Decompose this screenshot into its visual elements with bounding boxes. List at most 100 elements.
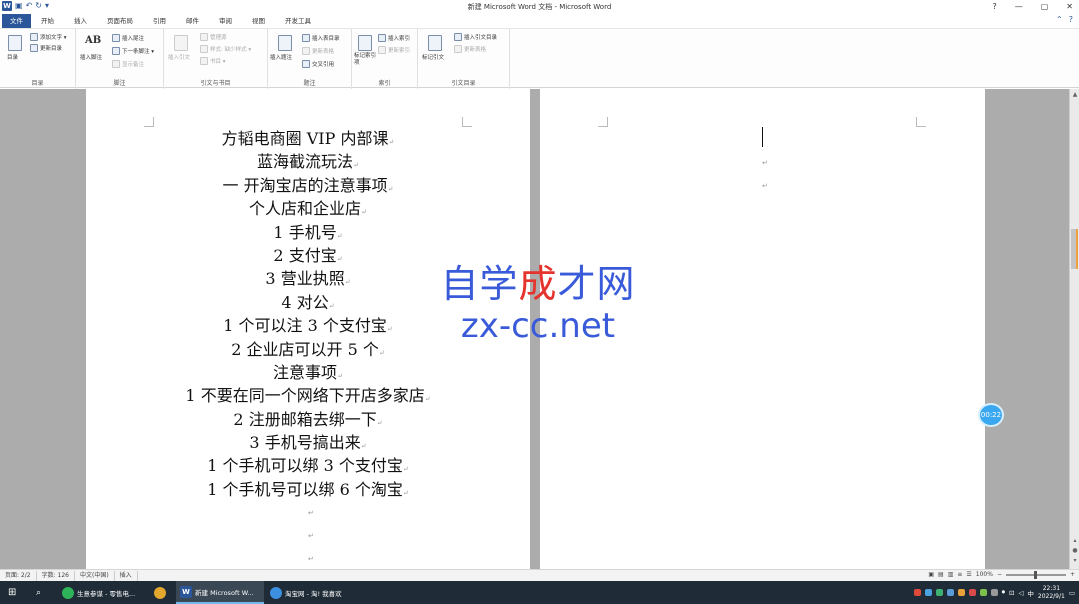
scrollbar-thumb[interactable] (1071, 229, 1078, 269)
tray-app-icon[interactable] (913, 589, 921, 596)
zoom-out-icon[interactable]: − (997, 571, 1002, 578)
document-page-1[interactable]: 方韬电商圈 VIP 内部课↵ 蓝海截流玩法↵ 一 开淘宝店的注意事项↵ 个人店和企业店… (86, 89, 530, 569)
taskbar-item-taobao[interactable]: 淘宝网 - 淘! 我喜欢 (266, 581, 356, 604)
clock[interactable]: 22:31 2022/9/1 (1038, 585, 1065, 601)
notification-icon[interactable]: ▭ (1069, 589, 1075, 597)
taskbar-item-word[interactable]: W 新建 Microsoft W... (176, 581, 264, 604)
document-paragraph[interactable]: 1 个可以注 3 个支付宝↵ (86, 314, 530, 337)
citation-style-dropdown[interactable]: 样式: 缺少样式 ▾ (200, 45, 251, 53)
tab-developer[interactable]: 开发工具 (275, 14, 321, 28)
start-button[interactable]: ⊞ (4, 581, 20, 604)
help-button[interactable]: ? (992, 0, 996, 14)
document-paragraph[interactable]: 3 手机号搞出来↵ (86, 431, 530, 454)
mark-entry-icon[interactable] (358, 35, 372, 51)
status-page[interactable]: 页面: 2/2 (0, 570, 37, 581)
tray-app-icon[interactable] (957, 589, 965, 596)
document-paragraph[interactable]: 个人店和企业店↵ (86, 197, 530, 220)
cross-reference-button[interactable]: 交叉引用 (302, 60, 334, 68)
microphone-icon[interactable]: ⏺ (1002, 588, 1005, 597)
mark-citation-icon[interactable] (428, 35, 442, 51)
zoom-in-icon[interactable]: + (1070, 571, 1075, 578)
manage-sources-button[interactable]: 管理源 (200, 33, 227, 41)
toc-icon[interactable] (8, 35, 22, 51)
help-icon[interactable]: ? (1069, 15, 1073, 24)
zoom-slider[interactable] (1005, 570, 1066, 579)
insert-footnote-button[interactable]: 插入脚注 (80, 53, 102, 61)
document-paragraph[interactable]: 1 个手机可以绑 3 个支付宝↵ (86, 454, 530, 477)
document-paragraph[interactable]: 3 营业执照↵ (86, 267, 530, 290)
ime-indicator[interactable]: 中 (1027, 588, 1034, 598)
document-page-2[interactable]: ↵ ↵ (540, 89, 985, 569)
document-paragraph[interactable]: 2 企业店可以开 5 个↵ (86, 338, 530, 361)
document-paragraph[interactable]: 蓝海截流玩法↵ (86, 150, 530, 173)
outline-icon[interactable]: ≡ (957, 571, 962, 578)
tab-insert[interactable]: 插入 (64, 14, 97, 28)
network-icon[interactable]: ⊡ (1009, 589, 1014, 597)
zoom-level[interactable]: 100% (976, 571, 993, 578)
document-paragraph[interactable]: 一 开淘宝店的注意事项↵ (86, 174, 530, 197)
volume-icon[interactable]: ◁ (1018, 589, 1023, 597)
document-paragraph[interactable]: 1 个手机号可以绑 6 个淘宝↵ (86, 478, 530, 501)
update-table-button[interactable]: 更新表格 (302, 47, 334, 55)
document-paragraph[interactable]: 注意事项↵ (86, 361, 530, 384)
insert-table-of-figures-button[interactable]: 插入表目录 (302, 34, 340, 42)
document-paragraph[interactable]: 方韬电商圈 VIP 内部课↵ (86, 127, 530, 150)
scroll-up-icon[interactable]: ▲ (1071, 91, 1079, 99)
tab-mailings[interactable]: 邮件 (176, 14, 209, 28)
document-text[interactable]: 方韬电商圈 VIP 内部课↵ 蓝海截流玩法↵ 一 开淘宝店的注意事项↵ 个人店和企业店… (86, 127, 530, 501)
update-toc-button[interactable]: 更新目录 (30, 44, 62, 52)
insert-caption-icon[interactable] (278, 35, 292, 51)
close-button[interactable]: ✕ (1066, 0, 1073, 14)
next-page-icon[interactable]: ▾ (1071, 557, 1079, 565)
search-button[interactable]: ⌕ (32, 581, 45, 604)
document-paragraph[interactable]: 1 不要在同一个网络下开店多家店↵ (86, 384, 530, 407)
tab-review[interactable]: 审阅 (209, 14, 242, 28)
tray-app-icon[interactable] (968, 589, 976, 596)
update-toa-button[interactable]: 更新表格 (454, 45, 486, 53)
tray-wechat-icon[interactable] (935, 589, 943, 596)
tray-app-icon[interactable] (990, 589, 998, 596)
taskbar-item-shengyi[interactable]: 生意参谋 - 零售电... (58, 581, 148, 604)
insert-toa-button[interactable]: 插入引文目录 (454, 33, 497, 41)
footnote-ab-icon[interactable]: AB (85, 35, 101, 46)
insert-endnote-button[interactable]: 插入尾注 (112, 34, 144, 42)
maximize-button[interactable]: ▢ (1041, 0, 1049, 14)
show-notes-button[interactable]: 显示备注 (112, 60, 144, 68)
status-word-count[interactable]: 字数: 126 (37, 570, 75, 581)
minimize-button[interactable]: — (1015, 0, 1023, 14)
insert-citation-button[interactable]: 插入引文 (168, 53, 190, 61)
web-layout-icon[interactable]: ▥ (948, 571, 954, 578)
document-paragraph[interactable]: 2 注册邮箱去绑一下↵ (86, 408, 530, 431)
next-footnote-button[interactable]: 下一条脚注 ▾ (112, 47, 154, 55)
tray-app-icon[interactable] (924, 589, 932, 596)
insert-index-button[interactable]: 插入索引 (378, 34, 410, 42)
toc-button[interactable]: 目录 (7, 53, 18, 61)
mark-entry-button[interactable]: 标记索引项 (354, 53, 378, 67)
print-layout-icon[interactable]: ▣ (928, 571, 934, 578)
insert-citation-icon[interactable] (174, 35, 188, 51)
prev-page-icon[interactable]: ▴ (1071, 537, 1079, 545)
browse-object-icon[interactable]: ● (1071, 547, 1079, 555)
document-paragraph[interactable]: 2 支付宝↵ (86, 244, 530, 267)
collapse-ribbon-icon[interactable]: ⌃ (1056, 15, 1063, 24)
add-text-button[interactable]: 添加文字 ▾ (30, 33, 67, 41)
tray-app-icon[interactable] (946, 589, 954, 596)
vertical-scrollbar[interactable]: ▲ ▴ ● ▾ (1069, 89, 1079, 569)
taskbar-item-chrome[interactable] (150, 581, 172, 604)
full-screen-icon[interactable]: ▤ (938, 571, 944, 578)
tab-view[interactable]: 视图 (242, 14, 275, 28)
tab-file[interactable]: 文件 (2, 14, 31, 28)
draft-icon[interactable]: ☰ (966, 571, 971, 578)
insert-caption-button[interactable]: 插入题注 (270, 53, 292, 61)
tab-page-layout[interactable]: 页面布局 (97, 14, 143, 28)
bibliography-button[interactable]: 书目 ▾ (200, 57, 226, 65)
tray-app-icon[interactable] (979, 589, 987, 596)
tab-home[interactable]: 开始 (31, 14, 64, 28)
mark-citation-button[interactable]: 标记引文 (422, 53, 444, 61)
recording-timer[interactable]: 00:22 (978, 403, 1004, 427)
tab-references[interactable]: 引用 (143, 14, 176, 28)
status-insert-mode[interactable]: 插入 (115, 570, 138, 581)
update-index-button[interactable]: 更新索引 (378, 46, 410, 54)
status-language[interactable]: 中文(中国) (75, 570, 115, 581)
document-paragraph[interactable]: 4 对公↵ (86, 291, 530, 314)
